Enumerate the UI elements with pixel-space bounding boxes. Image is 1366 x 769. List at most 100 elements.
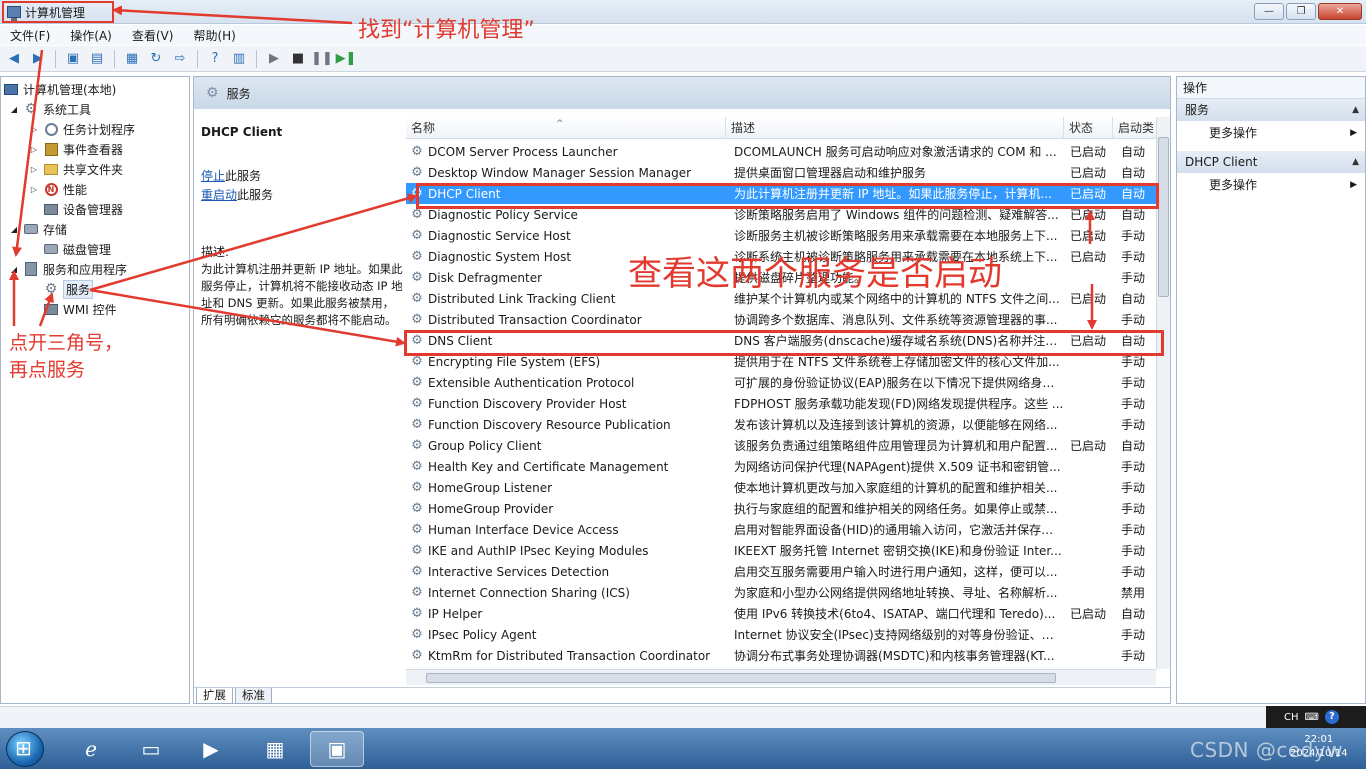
collapsed-triangle-icon[interactable]: ▷ <box>29 145 39 154</box>
control-panel-icon[interactable]: ▦ <box>248 731 302 767</box>
highlight-dhcp-row <box>416 183 1159 209</box>
vertical-scroll-thumb[interactable] <box>1158 137 1169 297</box>
tree-disk-management[interactable]: 磁盘管理 <box>29 239 111 259</box>
service-status-cell: 已启动 <box>1070 292 1107 306</box>
view-pane-icon[interactable]: ▥ <box>229 49 249 69</box>
service-row[interactable]: ⚙ IP Helper 使用 IPv6 转换技术(6to4、ISATAP、端口代理和… <box>406 603 1156 624</box>
tab-standard[interactable]: 标准 <box>235 688 272 704</box>
expanded-triangle-icon[interactable]: ◢ <box>9 225 19 234</box>
service-row[interactable]: ⚙ KtmRm for Distributed Transaction Coord… <box>406 645 1156 666</box>
clock-icon <box>44 122 58 136</box>
close-button[interactable]: ✕ <box>1318 3 1362 20</box>
tools-icon: ⚙ <box>24 101 38 117</box>
menu-action[interactable]: 操作(A) <box>68 27 114 44</box>
services-header-title: 服务 <box>226 86 251 101</box>
stop-service-link[interactable]: 停止 <box>201 169 225 183</box>
tree-wmi-control[interactable]: WMI 控件 <box>29 299 117 319</box>
stop-service-icon[interactable]: ■ <box>288 49 308 69</box>
service-row[interactable]: ⚙ IPsec Policy Agent Internet 协议安全(IPsec)支… <box>406 624 1156 645</box>
language-indicator[interactable]: CH <box>1284 712 1299 723</box>
actions-section-dhcp[interactable]: DHCP Client ▲ <box>1177 151 1365 173</box>
export-icon[interactable]: ⇨ <box>170 49 190 69</box>
service-gear-icon: ⚙ <box>411 207 423 222</box>
service-status-cell: 已启动 <box>1070 439 1107 453</box>
service-row[interactable]: ⚙ Internet Connection Sharing (ICS) 为家庭和小型… <box>406 582 1156 603</box>
service-status-cell: 已启动 <box>1070 145 1107 159</box>
maximize-button[interactable]: ❐ <box>1286 3 1316 20</box>
tree-device-manager[interactable]: 设备管理器 <box>29 199 123 219</box>
tree-event-viewer[interactable]: ▷ 事件查看器 <box>29 139 123 159</box>
language-bar[interactable]: CH ⌨ ? <box>1266 706 1366 728</box>
service-row[interactable]: ⚙ Diagnostic Service Host 诊断服务主机被诊断策略服务用来承… <box>406 225 1156 246</box>
menu-view[interactable]: 查看(V) <box>130 27 176 44</box>
collapsed-triangle-icon[interactable]: ▷ <box>29 165 39 174</box>
tree-storage[interactable]: ◢ 存储 <box>9 219 67 239</box>
service-gear-icon: ⚙ <box>411 249 423 264</box>
horizontal-scrollbar[interactable] <box>406 669 1156 685</box>
service-row[interactable]: ⚙ Extensible Authentication Protocol 可扩展的身… <box>406 372 1156 393</box>
service-rows: ⚙ DCOM Server Process Launcher DCOMLAUNCH … <box>406 141 1156 666</box>
collapse-up-icon[interactable]: ▲ <box>1352 99 1359 121</box>
collapsed-triangle-icon[interactable]: ▷ <box>29 125 39 134</box>
restart-service-link[interactable]: 重启动 <box>201 188 237 202</box>
tab-extended[interactable]: 扩展 <box>196 688 233 704</box>
more-actions-services[interactable]: 更多操作 ▶ <box>1177 121 1365 145</box>
start-button[interactable] <box>6 731 44 767</box>
computer-management-task-icon[interactable]: ▣ <box>310 731 364 767</box>
expanded-triangle-icon[interactable]: ◢ <box>9 105 19 114</box>
media-player-icon[interactable]: ▶ <box>184 731 238 767</box>
service-row[interactable]: ⚙ Human Interface Device Access 启用对智能界面设备(… <box>406 519 1156 540</box>
forward-arrow-icon[interactable]: ▶ <box>28 49 48 69</box>
pause-service-icon[interactable]: ❚❚ <box>311 49 333 69</box>
up-folder-icon[interactable]: ▣ <box>63 49 83 69</box>
service-gear-icon: ⚙ <box>411 627 423 642</box>
tree-root[interactable]: 计算机管理(本地) <box>3 79 116 99</box>
service-row[interactable]: ⚙ Desktop Window Manager Session Manager 提… <box>406 162 1156 183</box>
horizontal-scroll-thumb[interactable] <box>426 673 1056 683</box>
service-startup-cell: 手动 <box>1121 460 1146 474</box>
back-arrow-icon[interactable]: ◀ <box>4 49 24 69</box>
tree-performance[interactable]: ▷ N 性能 <box>29 179 87 199</box>
tree-task-scheduler[interactable]: ▷ 任务计划程序 <box>29 119 135 139</box>
service-row[interactable]: ⚙ Function Discovery Provider Host FDPHOST… <box>406 393 1156 414</box>
show-tree-icon[interactable]: ▤ <box>87 49 107 69</box>
service-name-cell: ⚙ IP Helper <box>411 606 483 621</box>
service-row[interactable]: ⚙ DCOM Server Process Launcher DCOMLAUNCH … <box>406 141 1156 162</box>
help-circle-icon[interactable]: ? <box>1324 710 1339 724</box>
service-row[interactable]: ⚙ HomeGroup Listener 使本地计算机更改与加入家庭组的计算机的配置… <box>406 477 1156 498</box>
storage-icon <box>24 224 38 234</box>
menu-file[interactable]: 文件(F) <box>8 27 52 44</box>
help-icon[interactable]: ? <box>205 49 225 69</box>
internet-explorer-icon[interactable]: ℯ <box>64 731 118 767</box>
file-explorer-icon[interactable]: ▭ <box>124 731 178 767</box>
service-row[interactable]: ⚙ Distributed Transaction Coordinator 协调跨多… <box>406 309 1156 330</box>
collapsed-triangle-icon[interactable]: ▷ <box>29 185 39 194</box>
refresh-icon[interactable]: ↻ <box>146 49 166 69</box>
tree-services-apps[interactable]: ◢ 服务和应用程序 <box>9 259 127 279</box>
service-row[interactable]: ⚙ HomeGroup Provider 执行与家庭组的配置和维护相关的网络任务。如… <box>406 498 1156 519</box>
expanded-triangle-icon[interactable]: ◢ <box>9 265 19 274</box>
service-row[interactable]: ⚙ Function Discovery Resource Publication… <box>406 414 1156 435</box>
tree-shared-folders[interactable]: ▷ 共享文件夹 <box>29 159 123 179</box>
service-row[interactable]: ⚙ Group Policy Client 该服务负责通过组策略组件应用管理员为计算… <box>406 435 1156 456</box>
service-description-cell: FDPHOST 服务承载功能发现(FD)网络发现提供程序。这些 ... <box>734 397 1064 411</box>
tree-system-tools[interactable]: ◢ ⚙ 系统工具 <box>9 99 91 119</box>
start-service-icon[interactable]: ▶ <box>264 49 284 69</box>
column-status[interactable]: 状态 <box>1064 117 1113 139</box>
column-name[interactable]: 名称 ^ <box>406 117 726 139</box>
collapse-up-icon[interactable]: ▲ <box>1352 151 1359 173</box>
status-bar <box>0 706 1366 728</box>
service-row[interactable]: ⚙ IKE and AuthIP IPsec Keying Modules IKEE… <box>406 540 1156 561</box>
service-gear-icon: ⚙ <box>411 354 423 369</box>
more-actions-dhcp[interactable]: 更多操作 ▶ <box>1177 173 1365 197</box>
restart-service-icon[interactable]: ▶❚ <box>336 49 357 69</box>
actions-section-services[interactable]: 服务 ▲ <box>1177 99 1365 121</box>
column-description[interactable]: 描述 <box>726 117 1064 139</box>
properties-icon[interactable]: ▦ <box>122 49 142 69</box>
menu-help[interactable]: 帮助(H) <box>191 27 237 44</box>
tree-services[interactable]: ⚙ 服务 <box>29 279 94 299</box>
service-row[interactable]: ⚙ Interactive Services Detection 启用交互服务需要用… <box>406 561 1156 582</box>
keyboard-icon[interactable]: ⌨ <box>1305 712 1319 723</box>
service-row[interactable]: ⚙ Health Key and Certificate Management 为网… <box>406 456 1156 477</box>
minimize-button[interactable]: — <box>1254 3 1284 20</box>
